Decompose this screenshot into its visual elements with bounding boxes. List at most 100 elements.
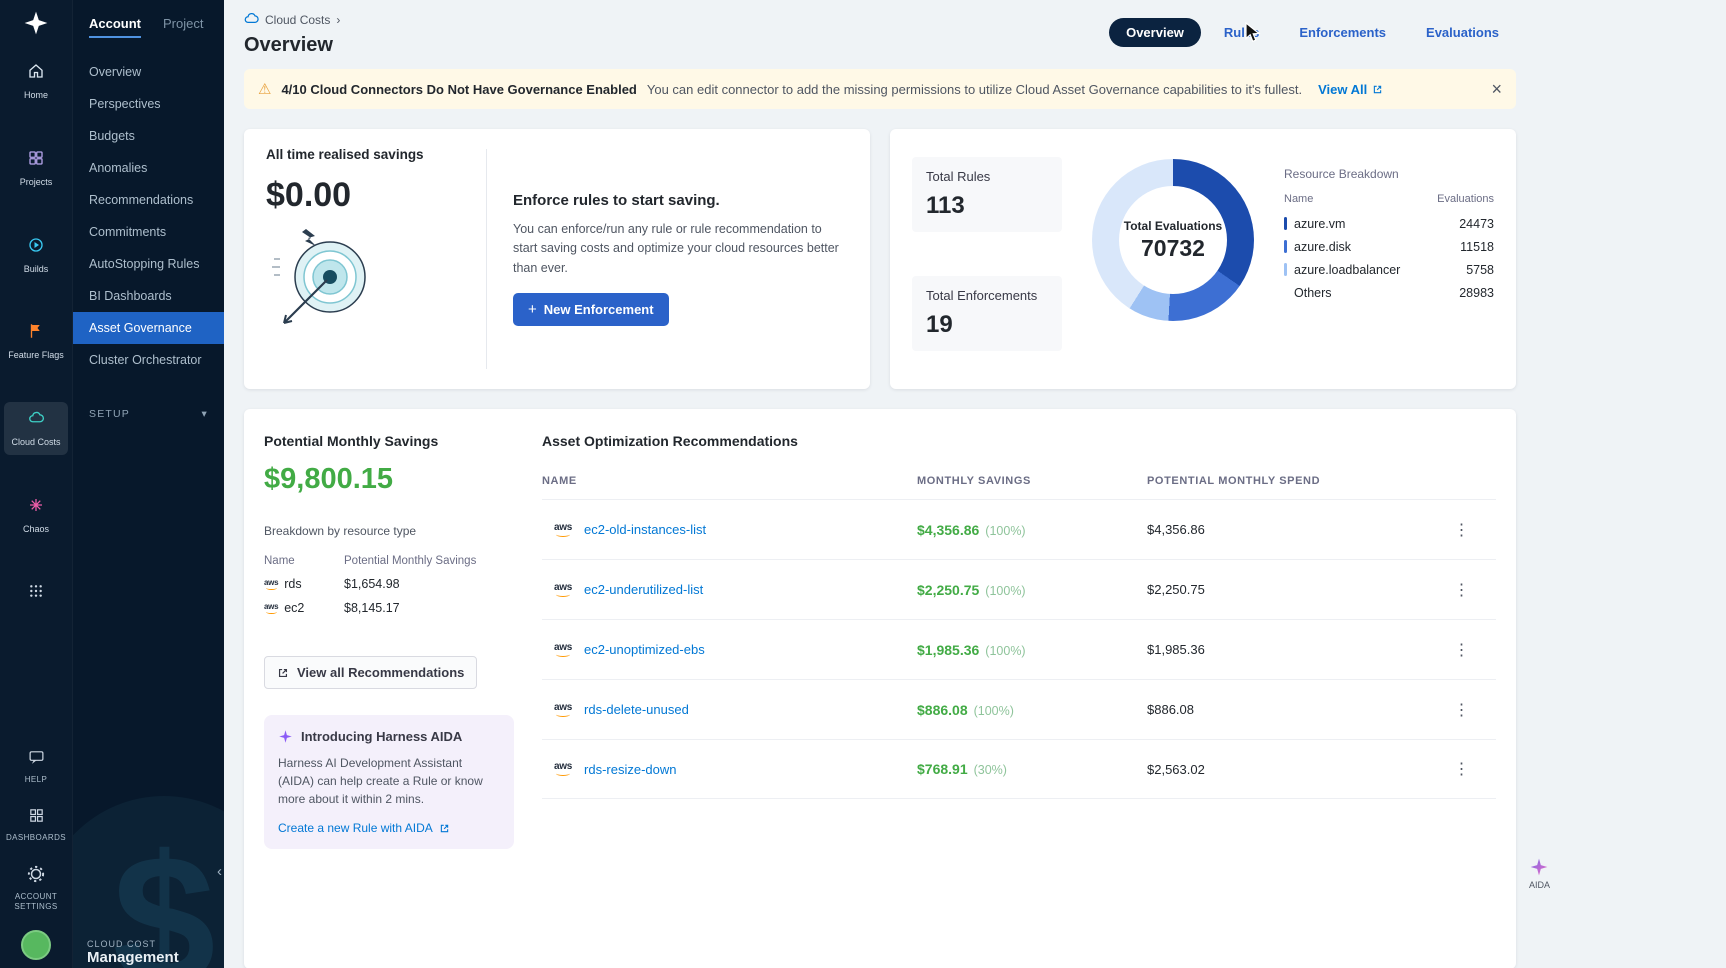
tab-enforcements[interactable]: Enforcements	[1282, 18, 1403, 47]
account-settings-button[interactable]: ACCOUNT SETTINGS	[4, 865, 68, 912]
kebab-menu-icon[interactable]: ⋮	[1444, 759, 1480, 779]
kebab-menu-icon[interactable]: ⋮	[1444, 700, 1480, 720]
sidebar: Account Project Overview Perspectives Bu…	[72, 0, 224, 968]
external-link-icon	[277, 667, 289, 679]
module-picker[interactable]	[4, 576, 68, 611]
sidebar-item-asset-governance[interactable]: Asset Governance	[73, 312, 224, 344]
sidebar-collapse-icon[interactable]: ‹	[217, 863, 222, 880]
tab-rules[interactable]: Rules	[1207, 18, 1276, 47]
module-name-small: CLOUD COST	[87, 939, 179, 949]
projects-icon	[27, 149, 45, 172]
aida-fab[interactable]: AIDA	[1529, 857, 1550, 890]
dashboards-icon	[28, 807, 45, 829]
recommendation-link[interactable]: ec2-old-instances-list	[584, 522, 706, 537]
recommendations-table-header: NAME MONTHLY SAVINGS POTENTIAL MONTHLY S…	[542, 463, 1496, 499]
monthly-spend: $4,356.86	[1147, 522, 1427, 537]
sidebar-item-anomalies[interactable]: Anomalies	[73, 152, 224, 184]
legend-marker	[1284, 217, 1287, 230]
create-rule-with-aida-link[interactable]: Create a new Rule with AIDA	[278, 821, 500, 835]
total-rules-label: Total Rules	[926, 169, 1048, 184]
legend-col-evaluations: Evaluations	[1437, 193, 1494, 205]
aida-title: Introducing Harness AIDA	[301, 729, 462, 744]
rail-item-label: Projects	[20, 177, 53, 188]
sidebar-item-recommendations[interactable]: Recommendations	[73, 184, 224, 216]
legend-value: 24473	[1459, 217, 1494, 231]
aida-fab-label: AIDA	[1529, 880, 1550, 890]
monthly-spend: $886.08	[1147, 702, 1427, 717]
page-tabs: Overview Rules Enforcements Evaluations	[1109, 18, 1516, 47]
kebab-menu-icon[interactable]: ⋮	[1444, 520, 1480, 540]
aida-sparkle-icon	[278, 729, 293, 744]
close-icon[interactable]: ×	[1491, 80, 1502, 98]
recommendation-link[interactable]: ec2-unoptimized-ebs	[584, 642, 705, 657]
tab-project[interactable]: Project	[163, 16, 203, 38]
aws-icon: aws	[264, 579, 278, 590]
savings-percent: (100%)	[974, 704, 1014, 718]
gear-icon	[27, 865, 45, 888]
view-all-link[interactable]: View All	[1318, 82, 1383, 97]
home-icon	[27, 62, 45, 85]
rail-item-projects[interactable]: Projects	[4, 142, 68, 195]
table-row: aws rds-resize-down $768.91(30%) $2,563.…	[542, 739, 1496, 799]
rail-item-label: Builds	[24, 264, 49, 275]
resource-savings: $8,145.17	[344, 601, 514, 615]
tab-overview[interactable]: Overview	[1109, 18, 1201, 47]
legend-col-name: Name	[1284, 193, 1313, 205]
aws-icon: aws	[554, 523, 572, 537]
breakdown-table: Name Potential Monthly Savings aws rds $…	[264, 550, 514, 620]
recommendation-link[interactable]: rds-resize-down	[584, 762, 676, 777]
aws-icon: aws	[554, 643, 572, 657]
dashboards-button[interactable]: DASHBOARDS	[4, 807, 68, 843]
sidebar-item-cluster-orchestrator[interactable]: Cluster Orchestrator	[73, 344, 224, 376]
monthly-savings: $768.91	[917, 761, 968, 777]
recommendation-link[interactable]: ec2-underutilized-list	[584, 582, 703, 597]
total-enforcements-stat: Total Enforcements 19	[912, 276, 1062, 351]
resource-name: rds	[284, 577, 301, 591]
sidebar-item-overview[interactable]: Overview	[73, 56, 224, 88]
sidebar-item-budgets[interactable]: Budgets	[73, 120, 224, 152]
potential-savings-amount: $9,800.15	[264, 463, 514, 496]
new-enforcement-button[interactable]: + New Enforcement	[513, 293, 669, 326]
legend-name: azure.loadbalancer	[1294, 263, 1400, 277]
user-avatar[interactable]	[21, 930, 51, 960]
sidebar-setup-toggle[interactable]: SETUP ▾	[73, 398, 224, 430]
main-content: Cloud Costs › Overview Overview Rules En…	[224, 0, 1726, 968]
tab-account[interactable]: Account	[89, 16, 141, 38]
help-button[interactable]: HELP	[4, 749, 68, 785]
potential-savings-title: Potential Monthly Savings	[264, 433, 514, 449]
view-all-recommendations-button[interactable]: View all Recommendations	[264, 656, 477, 689]
kebab-menu-icon[interactable]: ⋮	[1444, 640, 1480, 660]
aida-promo-panel: Introducing Harness AIDA Harness AI Deve…	[264, 715, 514, 849]
sidebar-item-bi-dashboards[interactable]: BI Dashboards	[73, 280, 224, 312]
recommendation-link[interactable]: rds-delete-unused	[584, 702, 689, 717]
kebab-menu-icon[interactable]: ⋮	[1444, 580, 1480, 600]
sidebar-item-autostopping-rules[interactable]: AutoStopping Rules	[73, 248, 224, 280]
breadcrumb-cloud-costs[interactable]: Cloud Costs	[265, 13, 330, 27]
sidebar-item-perspectives[interactable]: Perspectives	[73, 88, 224, 120]
aws-icon: aws	[264, 603, 278, 614]
monthly-spend: $2,563.02	[1147, 762, 1427, 777]
rail-item-label: Feature Flags	[8, 350, 64, 361]
rail-item-home[interactable]: Home	[4, 55, 68, 108]
monthly-spend: $2,250.75	[1147, 582, 1427, 597]
rail-item-feature-flags[interactable]: Feature Flags	[4, 315, 68, 368]
legend-title: Resource Breakdown	[1284, 167, 1494, 181]
harness-logo[interactable]	[23, 10, 49, 41]
enforce-cta-title: Enforce rules to start saving.	[513, 192, 848, 209]
rail-item-builds[interactable]: Builds	[4, 229, 68, 282]
rail-item-chaos[interactable]: Chaos	[4, 489, 68, 542]
legend-row: azure.vm 24473	[1284, 212, 1494, 235]
potential-savings-column: Potential Monthly Savings $9,800.15 Brea…	[264, 433, 514, 945]
table-row: aws ec2-unoptimized-ebs $1,985.36(100%) …	[542, 619, 1496, 679]
aws-icon: aws	[554, 762, 572, 776]
rail-item-cloud-costs[interactable]: Cloud Costs	[4, 402, 68, 455]
aida-sparkle-icon	[1529, 857, 1549, 877]
chevron-down-icon: ▾	[202, 408, 208, 420]
tab-evaluations[interactable]: Evaluations	[1409, 18, 1516, 47]
setup-label: SETUP	[89, 408, 130, 420]
total-rules-stat: Total Rules 113	[912, 157, 1062, 232]
sidebar-item-commitments[interactable]: Commitments	[73, 216, 224, 248]
recommendations-panel: Potential Monthly Savings $9,800.15 Brea…	[244, 409, 1516, 968]
help-label: HELP	[25, 775, 48, 785]
chevron-right-icon: ›	[336, 13, 340, 27]
